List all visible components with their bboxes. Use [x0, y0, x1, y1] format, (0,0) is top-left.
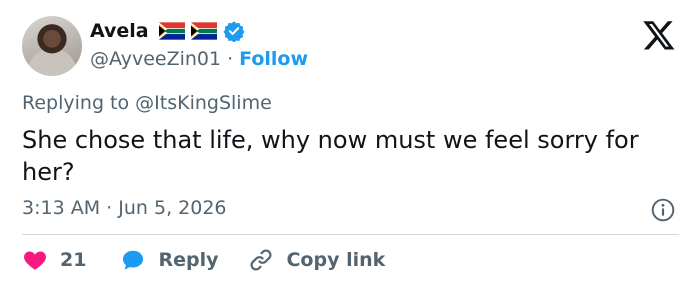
- south-africa-flag-icon: [158, 22, 185, 40]
- heart-icon: [24, 251, 46, 270]
- follow-button[interactable]: Follow: [239, 48, 308, 70]
- reply-button[interactable]: Reply: [120, 247, 248, 273]
- author-display-name[interactable]: Avela: [90, 20, 149, 42]
- replying-to-prefix: Replying to: [22, 92, 130, 114]
- meta-separator: ·: [106, 197, 113, 219]
- info-icon[interactable]: [650, 197, 676, 223]
- tweet-time: 3:13 AM: [22, 197, 101, 219]
- verified-badge-icon: [223, 21, 245, 42]
- link-icon: [251, 249, 272, 271]
- tweet-text: She chose that life, why now must we fee…: [22, 126, 639, 186]
- author-handle-row: @AyveeZin01 · Follow: [90, 48, 308, 70]
- author-name-row: Avela: [90, 18, 245, 44]
- divider: [22, 234, 679, 235]
- x-logo-icon[interactable]: [640, 18, 678, 52]
- avatar[interactable]: [22, 16, 82, 76]
- like-button[interactable]: 21: [22, 247, 120, 273]
- action-bar: 21 Reply Copy link: [22, 246, 385, 274]
- like-count: 21: [60, 249, 87, 271]
- tweet-date: Jun 5, 2026: [118, 197, 227, 219]
- replying-to-mention[interactable]: @ItsKingSlime: [135, 92, 272, 114]
- author-handle[interactable]: @AyveeZin01: [90, 48, 221, 70]
- tweet-timestamp[interactable]: 3:13 AM · Jun 5, 2026: [22, 197, 227, 219]
- south-africa-flag-icon: [190, 22, 217, 40]
- copy-link-label: Copy link: [286, 249, 386, 271]
- replying-to-line: Replying to @ItsKingSlime: [22, 92, 272, 114]
- reply-label: Reply: [158, 249, 219, 271]
- reply-bubble-icon: [123, 250, 144, 270]
- handle-separator: ·: [227, 48, 234, 70]
- copy-link-button[interactable]: Copy link: [248, 247, 385, 273]
